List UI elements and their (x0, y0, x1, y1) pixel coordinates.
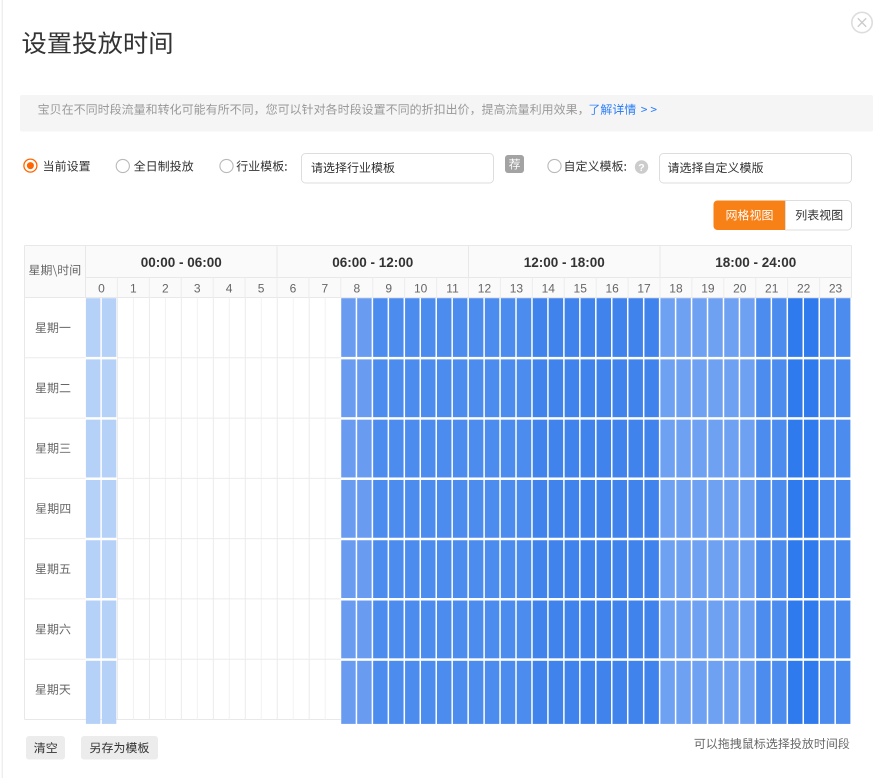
svg-text:15: 15 (574, 282, 588, 296)
svg-text:7: 7 (322, 282, 329, 296)
svg-text:16: 16 (605, 282, 619, 296)
svg-text:9: 9 (385, 282, 392, 296)
svg-text:00:00 - 06:00: 00:00 - 06:00 (141, 255, 222, 270)
svg-text:10: 10 (414, 282, 428, 296)
svg-text:22: 22 (797, 282, 811, 296)
svg-text:20: 20 (733, 282, 747, 296)
svg-text:8: 8 (353, 282, 360, 296)
svg-text:14: 14 (542, 282, 556, 296)
svg-text:1: 1 (130, 282, 137, 296)
svg-text:18:00 - 24:00: 18:00 - 24:00 (715, 255, 796, 270)
svg-text:06:00 - 12:00: 06:00 - 12:00 (332, 255, 413, 270)
svg-text:?: ? (638, 162, 644, 174)
svg-text:6: 6 (290, 282, 297, 296)
svg-text:11: 11 (446, 282, 459, 296)
svg-text:21: 21 (765, 282, 779, 296)
svg-text:12:00 - 18:00: 12:00 - 18:00 (524, 255, 605, 270)
svg-text:4: 4 (226, 282, 233, 296)
svg-text:12: 12 (478, 282, 492, 296)
svg-text:18: 18 (669, 282, 683, 296)
svg-text:19: 19 (701, 282, 715, 296)
svg-text:5: 5 (258, 282, 265, 296)
svg-text:3: 3 (194, 282, 201, 296)
svg-text:23: 23 (829, 282, 843, 296)
svg-text:17: 17 (637, 282, 651, 296)
svg-text:2: 2 (162, 282, 169, 296)
svg-text:13: 13 (510, 282, 524, 296)
svg-text:0: 0 (98, 282, 105, 296)
